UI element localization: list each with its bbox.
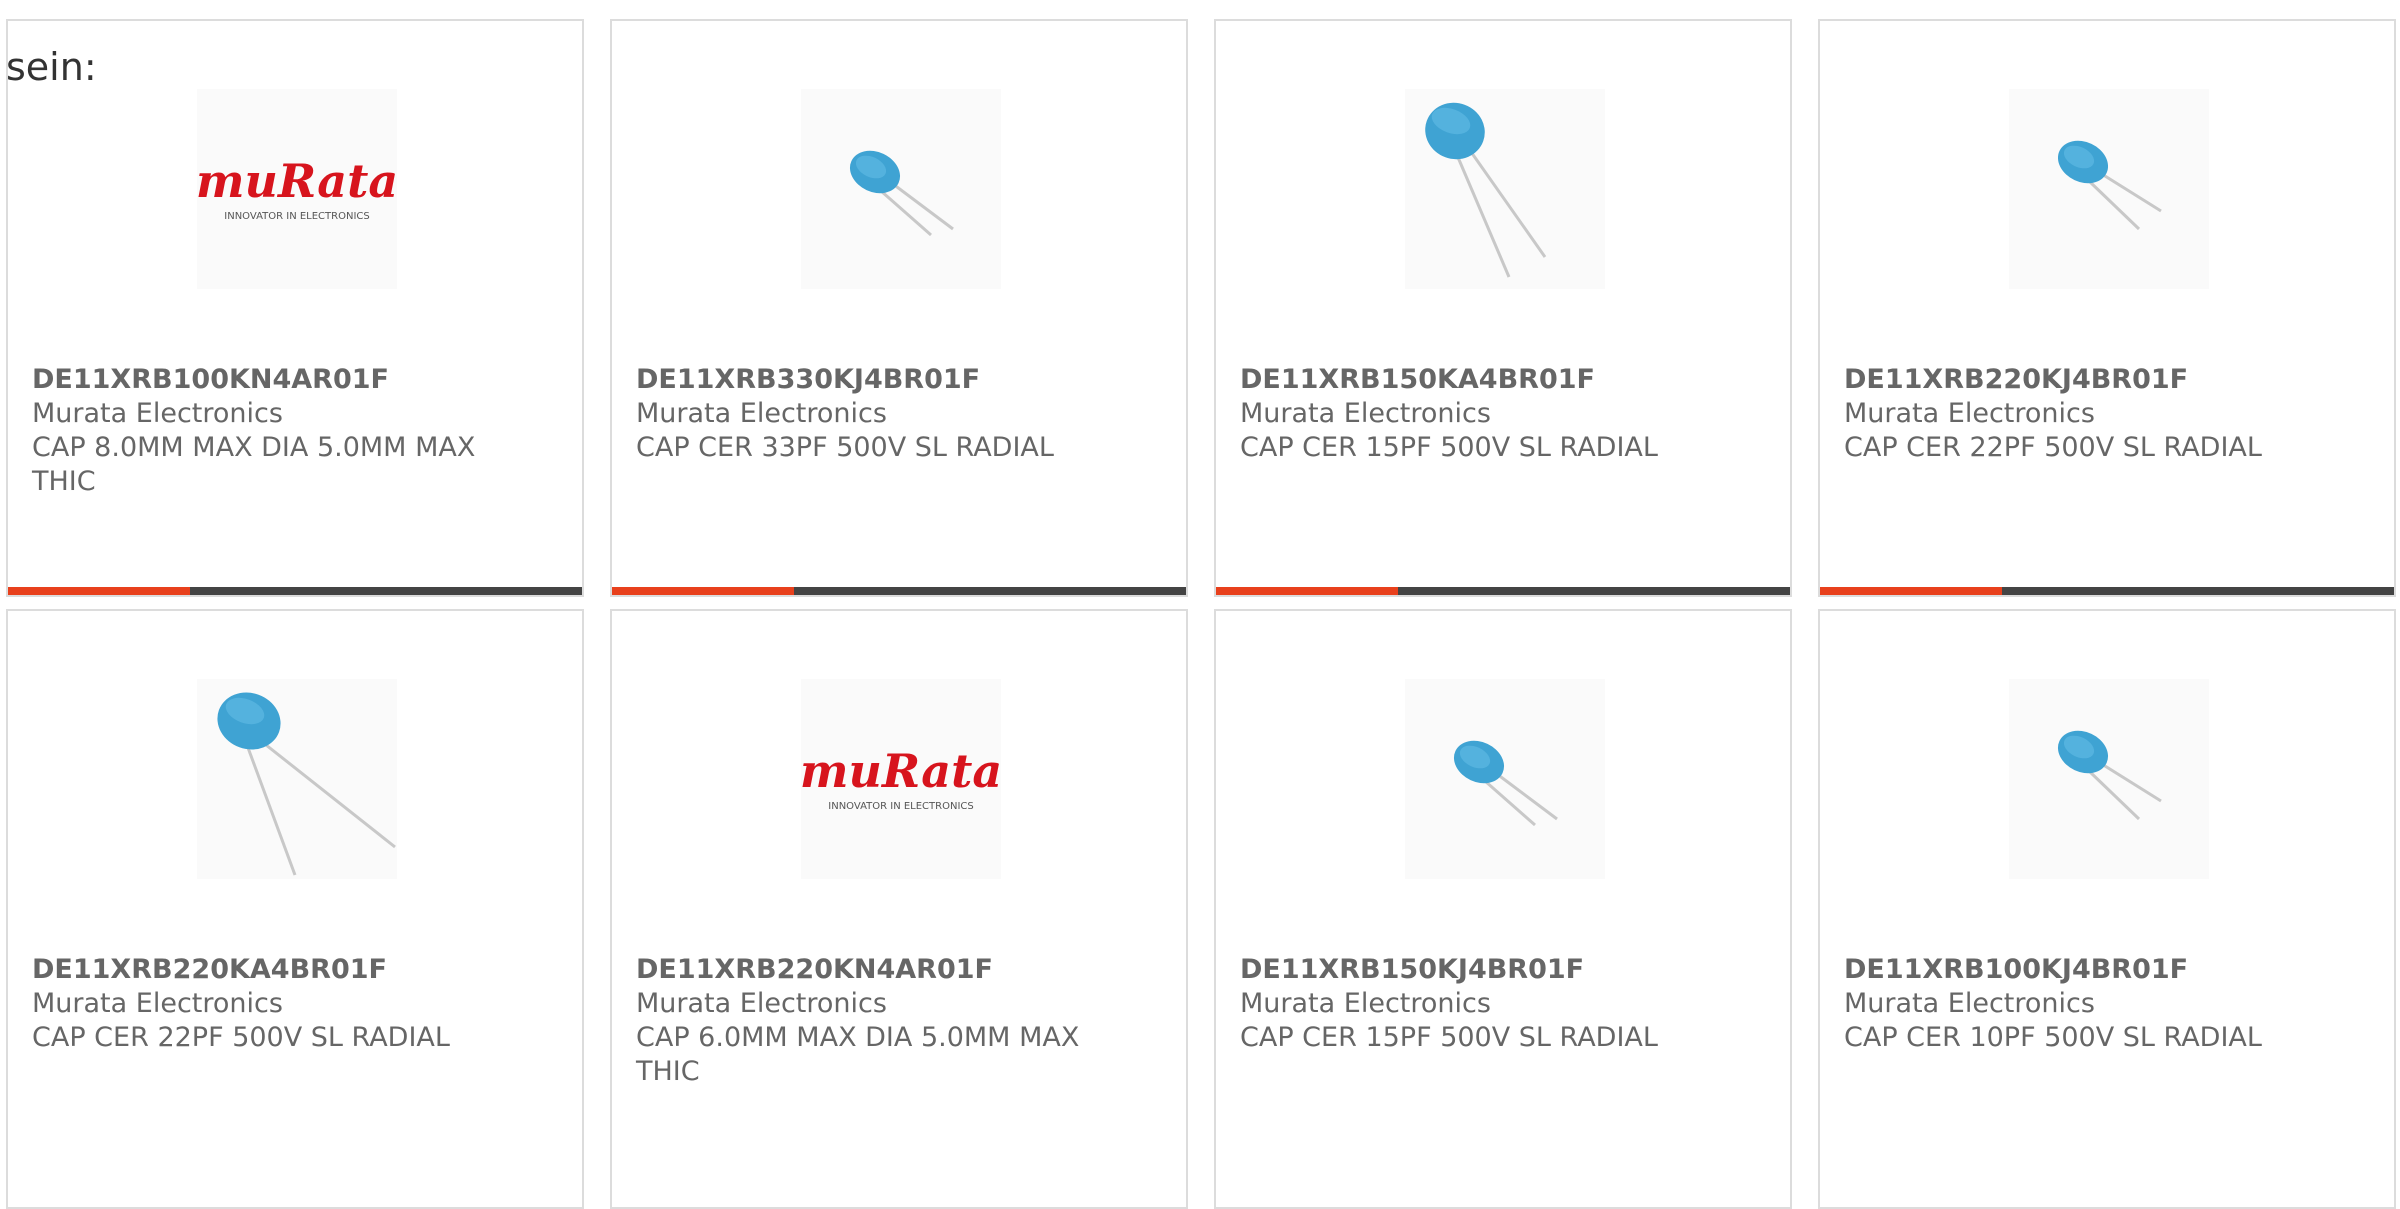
manufacturer: Murata Electronics — [636, 398, 887, 429]
card-bottom-bar — [612, 587, 1186, 595]
part-number[interactable]: DE11XRB150KJ4BR01F — [1240, 953, 1710, 987]
intro-text: sein: — [6, 45, 97, 89]
svg-text:INNOVATOR IN ELECTRONICS: INNOVATOR IN ELECTRONICS — [828, 801, 973, 812]
part-number[interactable]: DE11XRB150KA4BR01F — [1240, 363, 1710, 397]
product-card[interactable]: DE11XRB100KJ4BR01F Murata Electronics CA… — [1818, 609, 2396, 1209]
description: CAP CER 22PF 500V SL RADIAL — [32, 1022, 450, 1053]
description: CAP CER 10PF 500V SL RADIAL — [1844, 1022, 2262, 1053]
card-bottom-bar — [1820, 587, 2394, 595]
card-bottom-bar — [8, 587, 582, 595]
capacitor-icon — [2057, 140, 2162, 231]
murata-logo-icon: muRata INNOVATOR IN ELECTRONICS — [801, 744, 1001, 812]
card-bottom-bar — [1216, 587, 1790, 595]
description: CAP 6.0MM MAX DIA 5.0MM MAX THIC — [636, 1022, 1080, 1087]
product-image — [801, 89, 1001, 289]
description: CAP CER 15PF 500V SL RADIAL — [1240, 432, 1658, 463]
svg-text:INNOVATOR IN ELECTRONICS: INNOVATOR IN ELECTRONICS — [224, 211, 369, 222]
product-card[interactable]: DE11XRB220KJ4BR01F Murata Electronics CA… — [1818, 19, 2396, 597]
product-image — [1405, 679, 1605, 879]
product-card[interactable]: muRata INNOVATOR IN ELECTRONICS DE11XRB2… — [610, 609, 1188, 1209]
capacitor-icon — [2057, 730, 2162, 821]
product-image: muRata INNOVATOR IN ELECTRONICS — [801, 679, 1001, 879]
part-number[interactable]: DE11XRB220KA4BR01F — [32, 953, 502, 987]
product-card[interactable]: DE11XRB150KJ4BR01F Murata Electronics CA… — [1214, 609, 1792, 1209]
capacitor-icon — [1453, 740, 1558, 827]
part-number[interactable]: DE11XRB220KJ4BR01F — [1844, 363, 2314, 397]
manufacturer: Murata Electronics — [32, 988, 283, 1019]
product-image — [2009, 679, 2209, 879]
capacitor-icon — [849, 150, 954, 237]
product-card[interactable]: DE11XRB150KA4BR01F Murata Electronics CA… — [1214, 19, 1792, 597]
manufacturer: Murata Electronics — [32, 398, 283, 429]
description: CAP 8.0MM MAX DIA 5.0MM MAX THIC — [32, 432, 476, 497]
product-image: muRata INNOVATOR IN ELECTRONICS — [197, 89, 397, 289]
svg-text:muRata: muRata — [197, 154, 397, 208]
description: CAP CER 15PF 500V SL RADIAL — [1240, 1022, 1658, 1053]
product-card[interactable]: DE11XRB330KJ4BR01F Murata Electronics CA… — [610, 19, 1188, 597]
card-bottom-bar-accent — [612, 587, 794, 595]
description: CAP CER 22PF 500V SL RADIAL — [1844, 432, 2262, 463]
product-card[interactable]: muRata INNOVATOR IN ELECTRONICS DE11XRB1… — [6, 19, 584, 597]
card-bottom-bar-accent — [8, 587, 190, 595]
card-bottom-bar-accent — [1820, 587, 2002, 595]
manufacturer: Murata Electronics — [1240, 988, 1491, 1019]
part-number[interactable]: DE11XRB220KN4AR01F — [636, 953, 1106, 987]
manufacturer: Murata Electronics — [1844, 398, 2095, 429]
manufacturer: Murata Electronics — [1240, 398, 1491, 429]
capacitor-icon — [1425, 102, 1547, 278]
part-number[interactable]: DE11XRB330KJ4BR01F — [636, 363, 1106, 397]
product-image — [197, 679, 397, 879]
manufacturer: Murata Electronics — [1844, 988, 2095, 1019]
part-number[interactable]: DE11XRB100KN4AR01F — [32, 363, 502, 397]
product-image — [1405, 89, 1605, 289]
part-number[interactable]: DE11XRB100KJ4BR01F — [1844, 953, 2314, 987]
card-bottom-bar-accent — [1216, 587, 1398, 595]
product-card[interactable]: DE11XRB220KA4BR01F Murata Electronics CA… — [6, 609, 584, 1209]
product-image — [2009, 89, 2209, 289]
manufacturer: Murata Electronics — [636, 988, 887, 1019]
description: CAP CER 33PF 500V SL RADIAL — [636, 432, 1054, 463]
product-grid: muRata INNOVATOR IN ELECTRONICS DE11XRB1… — [0, 0, 2400, 1209]
capacitor-icon — [217, 692, 396, 876]
svg-text:muRata: muRata — [801, 744, 1001, 798]
murata-logo-icon: muRata INNOVATOR IN ELECTRONICS — [197, 154, 397, 222]
